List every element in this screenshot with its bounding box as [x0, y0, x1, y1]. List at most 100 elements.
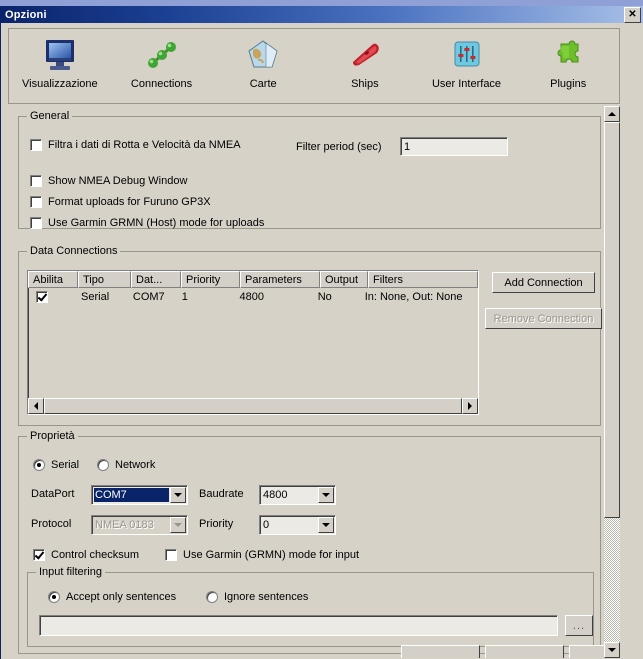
cell-output: No [317, 291, 332, 303]
monitor-icon [41, 34, 79, 76]
scroll-right-icon[interactable] [462, 398, 478, 414]
input-filtering-group: Input filtering Accept only sentences Ig… [27, 566, 594, 647]
furuno-uploads-label: Format uploads for Furuno GP3X [48, 196, 211, 208]
baudrate-combo[interactable]: 4800 [259, 485, 336, 505]
garmin-input-label: Use Garmin (GRMN) mode for input [183, 549, 360, 561]
cell-priority: 1 [181, 291, 188, 303]
general-legend: General [27, 110, 73, 122]
column-header-parameters[interactable]: Parameters [240, 271, 320, 288]
filter-period-label: Filter period (sec) [296, 141, 382, 153]
network-radio[interactable] [97, 459, 109, 471]
priority-combo[interactable]: 0 [259, 515, 336, 535]
close-icon[interactable]: ✕ [624, 6, 641, 23]
table-header-row: Abilita Tipo Dat... Priority Parameters … [28, 271, 478, 288]
window-title-bar: Opzioni ✕ [1, 6, 643, 23]
toolbar-item-visualizzazione[interactable]: Visualizzazione [9, 34, 111, 90]
vertical-scroll-thumb[interactable] [604, 122, 620, 518]
toolbar-label: Connections [130, 78, 193, 90]
table-horizontal-scrollbar[interactable] [28, 398, 478, 414]
furuno-uploads-checkbox[interactable] [30, 196, 42, 208]
connections-table[interactable]: Abilita Tipo Dat... Priority Parameters … [27, 270, 479, 415]
table-row[interactable]: Serial COM7 1 4800 No In: None, Out: Non… [28, 288, 478, 306]
cell-abilita[interactable] [28, 291, 77, 303]
options-window: Opzioni ✕ Visualizzazione Connections Ca… [0, 6, 643, 659]
horizontal-scroll-thumb[interactable] [44, 398, 462, 414]
toolbar-label: Plugins [550, 78, 587, 90]
serial-radio-label: Serial [51, 459, 80, 471]
column-header-dat[interactable]: Dat... [131, 271, 181, 288]
sliders-icon [448, 34, 486, 76]
garmin-grmn-uploads-checkbox[interactable] [30, 217, 42, 229]
control-checksum-checkbox[interactable] [33, 549, 45, 561]
network-nodes-icon [143, 34, 181, 76]
priority-value: 0 [263, 519, 270, 531]
chevron-down-icon [170, 517, 186, 533]
properties-group: Proprietà Serial Network DataPort COM7 B… [18, 430, 601, 654]
ignore-sentences-label: Ignore sentences [224, 591, 309, 603]
toolbar-item-ships[interactable]: Ships [314, 34, 416, 90]
cell-filters: In: None, Out: None [364, 291, 463, 303]
ignore-sentences-radio[interactable] [206, 591, 218, 603]
scroll-down-icon[interactable] [604, 642, 620, 658]
dialog-button-1[interactable] [401, 645, 480, 658]
dataport-value: COM7 [94, 488, 169, 502]
input-filtering-legend: Input filtering [36, 566, 105, 578]
show-nmea-debug-checkbox[interactable] [30, 175, 42, 187]
browse-sentences-button[interactable]: ... [565, 615, 593, 636]
column-header-tipo[interactable]: Tipo [78, 271, 131, 288]
show-nmea-debug-label: Show NMEA Debug Window [48, 175, 188, 187]
sentences-input[interactable] [39, 615, 558, 636]
chevron-down-icon[interactable] [318, 517, 334, 533]
accept-only-sentences-label: Accept only sentences [66, 591, 177, 603]
toolbar-label: User Interface [431, 78, 502, 90]
column-header-filters[interactable]: Filters [368, 271, 478, 288]
dataport-combo[interactable]: COM7 [91, 485, 188, 505]
column-header-abilita[interactable]: Abilita [28, 271, 78, 288]
vertical-scroll-trough[interactable] [604, 122, 620, 642]
toolbar-item-plugins[interactable]: Plugins [517, 34, 619, 90]
general-group: General Filtra i dati di Rotta e Velocit… [18, 110, 601, 229]
priority-label: Priority [199, 518, 234, 530]
properties-legend: Proprietà [27, 430, 78, 442]
toolbar-item-connections[interactable]: Connections [111, 34, 213, 90]
options-toolbar: Visualizzazione Connections Carte Ships … [8, 28, 620, 104]
filter-nmea-checkbox[interactable] [30, 139, 42, 151]
cell-tipo: Serial [81, 291, 110, 303]
add-connection-button[interactable]: Add Connection [492, 272, 595, 293]
options-content-pane: General Filtra i dati di Rotta e Velocit… [8, 106, 620, 658]
filter-nmea-label: Filtra i dati di Rotta e Velocità da NME… [48, 139, 241, 151]
toolbar-label: Visualizzazione [22, 78, 98, 90]
baudrate-value: 4800 [263, 489, 288, 501]
chevron-down-icon[interactable] [318, 487, 334, 503]
accept-only-sentences-radio[interactable] [48, 591, 60, 603]
protocol-combo: NMEA 0183 [91, 515, 188, 535]
garmin-input-checkbox[interactable] [165, 549, 177, 561]
serial-radio[interactable] [33, 459, 45, 471]
pane-vertical-scrollbar[interactable] [604, 106, 620, 658]
scroll-left-icon[interactable] [28, 398, 44, 414]
puzzle-piece-icon [549, 34, 587, 76]
dataport-label: DataPort [31, 488, 75, 500]
filter-period-input[interactable]: 1 [400, 137, 508, 156]
window-title: Opzioni [5, 8, 47, 21]
garmin-grmn-uploads-label: Use Garmin GRMN (Host) mode for uploads [48, 217, 265, 229]
control-checksum-label: Control checksum [51, 549, 140, 561]
cell-dat: COM7 [132, 291, 165, 303]
toolbar-item-carte[interactable]: Carte [212, 34, 314, 90]
toolbar-item-user-interface[interactable]: User Interface [416, 34, 518, 90]
column-header-output[interactable]: Output [320, 271, 368, 288]
dialog-button-2[interactable] [485, 645, 564, 658]
protocol-label: Protocol [31, 518, 72, 530]
scroll-up-icon[interactable] [604, 106, 620, 122]
toolbar-label: Carte [249, 78, 277, 90]
data-connections-legend: Data Connections [27, 245, 121, 257]
ship-hull-icon [346, 34, 384, 76]
column-header-priority[interactable]: Priority [181, 271, 240, 288]
remove-connection-button: Remove Connection [485, 308, 602, 329]
chevron-down-icon[interactable] [170, 487, 186, 503]
map-chart-icon [244, 34, 282, 76]
protocol-value: NMEA 0183 [95, 519, 154, 531]
cell-parameters: 4800 [239, 291, 264, 303]
row-enabled-checkbox[interactable] [36, 291, 48, 303]
network-radio-label: Network [115, 459, 156, 471]
